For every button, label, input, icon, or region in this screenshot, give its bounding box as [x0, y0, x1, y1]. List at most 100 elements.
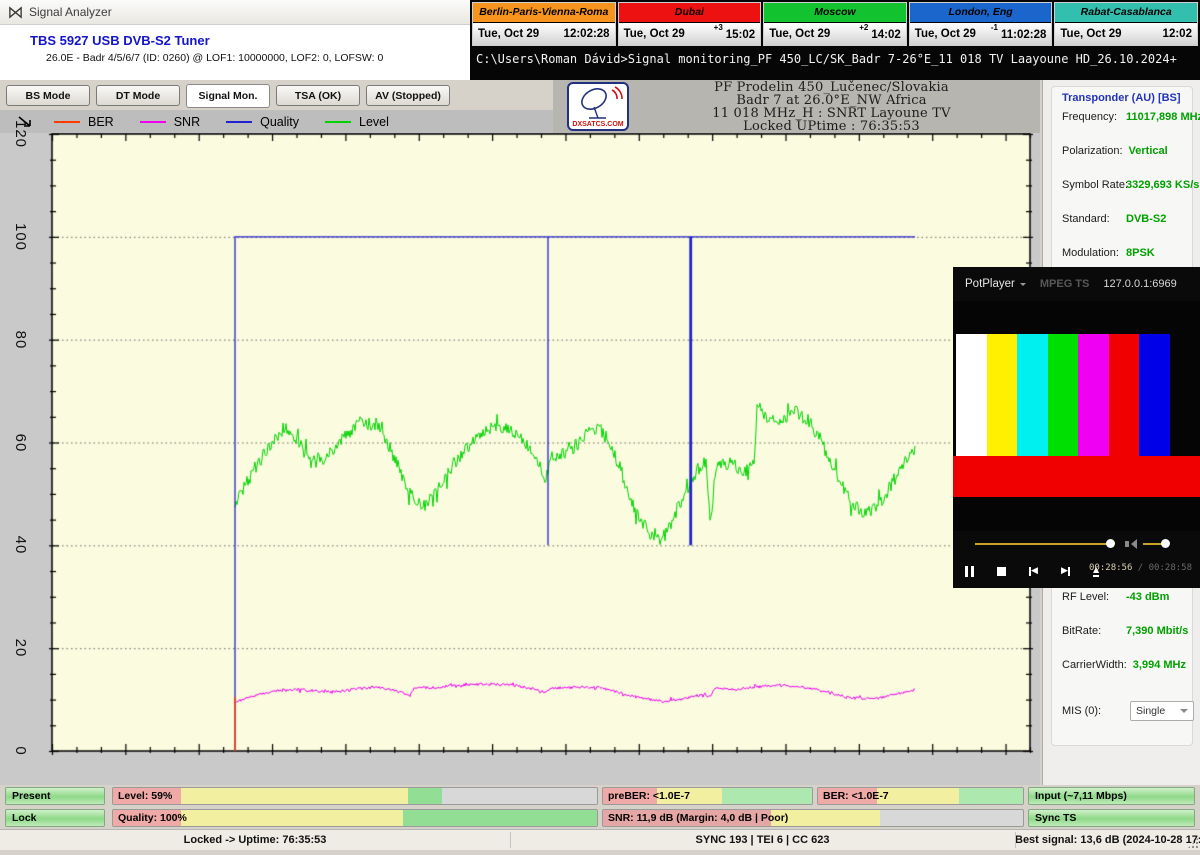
legend-item-quality: Quality [226, 115, 299, 129]
status-sync-counters: SYNC 193 | TEI 6 | CC 623 [510, 830, 1015, 850]
top-bar: Signal Analyzer TBS 5927 USB DVB-S2 Tune… [0, 0, 1200, 80]
status-badge-input-7-11-mbps: Input (~7,11 Mbps) [1028, 787, 1195, 805]
potplayer-title: PotPlayer [965, 278, 1015, 290]
stop-button[interactable] [997, 567, 1029, 576]
stream-address: 127.0.0.1:6969 [1103, 278, 1176, 290]
y-axis-tick-label: 100 [12, 223, 29, 251]
transponder-title: Transponder (AU) [BS] [1062, 92, 1181, 104]
mis-value: Single [1136, 705, 1165, 717]
clock-time: Tue, Oct 2912:02 [1055, 23, 1197, 45]
stream-type-label: MPEG TS [1040, 278, 1090, 290]
potplayer-window: PotPlayer MPEG TS 127.0.0.1:6969 ◀ ▶ ▲ 0… [953, 267, 1200, 588]
potplayer-titlebar[interactable]: PotPlayer MPEG TS 127.0.0.1:6969 [953, 267, 1200, 301]
meter-bar-level: Level: 59% [112, 787, 598, 805]
signal-analyzer-window: Signal Analyzer TBS 5927 USB DVB-S2 Tune… [0, 0, 1200, 850]
colorbars-red-band [953, 456, 1200, 497]
window-titlebar: Signal Analyzer [0, 0, 470, 25]
mis-row: MIS (0): Single [1062, 701, 1194, 721]
clock-city-label: Rabat-Casablanca [1055, 3, 1197, 23]
seek-bar[interactable] [975, 543, 1111, 545]
transponder-row-bitrate: BitRate:7,390 Mbit/s [1062, 623, 1188, 657]
toolbar-button-dt-mode[interactable]: DT Mode [96, 85, 180, 106]
clock-time: Tue, Oct 29+315:02 [619, 23, 761, 45]
clock-time: Tue, Oct 29+214:02 [764, 23, 906, 45]
app-icon [8, 5, 23, 20]
transponder-row-standard: Standard:DVB-S2 [1062, 211, 1188, 245]
status-badge-sync-ts: Sync TS [1028, 809, 1195, 827]
legend-line-ber [54, 121, 80, 123]
transponder-rows-bottom: RF Level:-43 dBmBitRate:7,390 Mbit/sCarr… [1062, 589, 1188, 691]
status-badge-lock: Lock [5, 809, 105, 827]
status-bar: Locked -> Uptime: 76:35:53 SYNC 193 | TE… [0, 829, 1200, 850]
clock-dubai: DubaiTue, Oct 29+315:02 [618, 2, 762, 46]
playback-time: 00:28:56 / 00:28:58 [1089, 563, 1192, 573]
logo-text: DXSATCS.COM [569, 121, 627, 128]
tuner-details: 26.0E - Badr 4/5/6/7 (ID: 0260) @ LOF1: … [46, 52, 383, 64]
mis-label: MIS (0): [1062, 705, 1120, 717]
chevron-down-icon [1180, 709, 1188, 717]
clock-rabat-casablanca: Rabat-CasablancaTue, Oct 2912:02 [1054, 2, 1198, 46]
legend-line-level [325, 121, 351, 123]
monitoring-header-lines: PF Prodelin 450_Lučenec/SlovakiaBadr 7 a… [633, 81, 1030, 133]
clock-city-label: London, Eng [910, 3, 1052, 23]
meter-bar-quality: Quality: 100% [112, 809, 598, 827]
legend-item-level: Level [325, 115, 389, 129]
colorbar [1139, 334, 1170, 456]
toolbar-button-signal-mon[interactable]: Signal Mon. [186, 84, 270, 108]
clock-time: Tue, Oct 2912:02:28 [473, 23, 615, 45]
pause-button[interactable] [965, 566, 997, 577]
dxsatcs-logo: DXSATCS.COM [567, 82, 629, 131]
header-line: Locked UPtime : 76:35:53 [633, 120, 1030, 133]
clock-moscow: MoscowTue, Oct 29+214:02 [763, 2, 907, 46]
meter-bar-preber: preBER: <1.0E-7 [602, 787, 813, 805]
mis-dropdown[interactable]: Single [1130, 701, 1194, 721]
clock-london-eng: London, EngTue, Oct 29-111:02:28 [909, 2, 1053, 46]
world-clocks: Berlin-Paris-Vienna-RomaTue, Oct 2912:02… [472, 2, 1198, 46]
previous-button[interactable]: ◀ [1029, 566, 1061, 576]
clock-city-label: Dubai [619, 3, 761, 23]
signal-chart-region: 120100806040200 [0, 133, 1040, 785]
tuner-name: TBS 5927 USB DVB-S2 Tuner [30, 33, 210, 48]
colorbar [1078, 334, 1109, 456]
console-panel: Berlin-Paris-Vienna-RomaTue, Oct 2912:02… [470, 0, 1200, 80]
signal-chart-canvas [0, 133, 1040, 785]
transponder-row-rf-level: RF Level:-43 dBm [1062, 589, 1188, 623]
tuner-header-panel: Signal Analyzer TBS 5927 USB DVB-S2 Tune… [0, 0, 470, 81]
y-axis-tick-label: 80 [12, 330, 29, 349]
potplayer-menu-chevron-icon[interactable] [1020, 283, 1026, 289]
status-best-signal: Best signal: 13,6 dB (2024-10-28 17:45) [1015, 830, 1195, 850]
clock-time: Tue, Oct 29-111:02:28 [910, 23, 1052, 45]
signal-meters: Present Level: 59%preBER: <1.0E-7BER: <1.… [0, 785, 1200, 829]
transponder-rows-top: Frequency:11017,898 MHzPolarization:Vert… [1062, 109, 1188, 279]
toolbar-button-bs-mode[interactable]: BS Mode [6, 85, 90, 106]
toolbar-button-tsa-ok[interactable]: TSA (OK) [276, 85, 360, 106]
console-command-line: C:\Users\Roman Dávid>Signal monitoring_P… [476, 52, 1196, 66]
colorbar [987, 334, 1018, 456]
meter-row-2: Lock Quality: 100%SNR: 11,9 dB (Margin: 4… [0, 809, 1200, 827]
y-axis-tick-label: 60 [12, 433, 29, 452]
transponder-row-symbol-rate: Symbol Rate:3329,693 KS/s [1062, 177, 1188, 211]
meter-bar-ber: BER: <1.0E-7 [817, 787, 1024, 805]
y-axis-tick-label: 0 [12, 746, 29, 755]
legend-line-snr [140, 121, 166, 123]
transponder-row-frequency: Frequency:11017,898 MHz [1062, 109, 1188, 143]
y-axis-tick-label: 40 [12, 536, 29, 555]
toolbar-button-av-stopped[interactable]: AV (Stopped) [366, 85, 450, 106]
legend-item-snr: SNR [140, 115, 200, 129]
volume-knob[interactable] [1161, 539, 1170, 548]
colorbar [1048, 334, 1079, 456]
seek-knob[interactable] [1106, 539, 1115, 548]
clock-berlin-paris-vienna-roma: Berlin-Paris-Vienna-RomaTue, Oct 2912:02… [472, 2, 616, 46]
clock-city-label: Berlin-Paris-Vienna-Roma [473, 3, 615, 23]
video-area [953, 301, 1200, 531]
volume-icon[interactable] [1125, 539, 1137, 549]
y-axis-tick-label: 120 [12, 120, 29, 148]
window-title: Signal Analyzer [29, 5, 112, 19]
colorbar [1017, 334, 1048, 456]
colorbar [956, 334, 987, 456]
meter-bar-snr: SNR: 11,9 dB (Margin: 4,0 dB | Poor) [602, 809, 1024, 827]
colorbars-test-pattern [956, 334, 1170, 456]
status-badge-present: Present [5, 787, 105, 805]
potplayer-controls: ◀ ▶ ▲ 00:28:56 / 00:28:58 [953, 531, 1200, 588]
tuner-panel: TBS 5927 USB DVB-S2 Tuner 26.0E - Badr 4… [0, 25, 470, 79]
